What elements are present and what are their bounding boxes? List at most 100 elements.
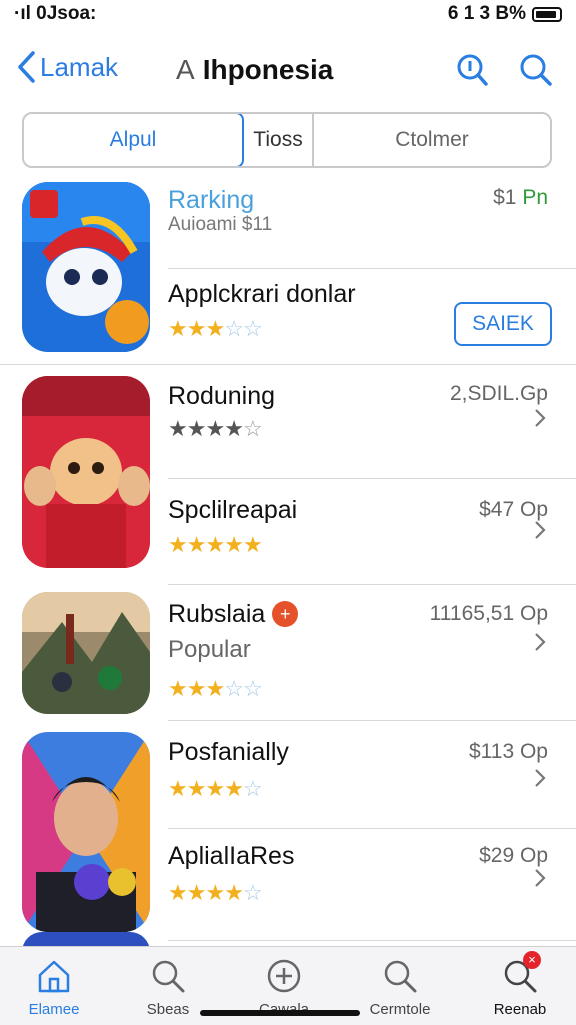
star-icon: ★ — [205, 880, 225, 905]
search-icon — [152, 960, 185, 993]
star-icon: ☆ — [224, 316, 244, 341]
search-icon[interactable] — [518, 52, 554, 88]
star-icon: ★ — [242, 532, 263, 557]
star-icon: ★ — [186, 880, 207, 905]
row-divider — [168, 828, 576, 829]
star-icon: ★ — [168, 776, 188, 801]
rating-stars: ★★★★☆ — [168, 880, 263, 906]
list-item[interactable]: Roduning 2,SDIL.Gp ★★★★☆ Spclilreapai $4… — [0, 364, 576, 584]
status-right: 6 1 3 B% — [448, 3, 562, 25]
star-icon: ★ — [224, 880, 244, 905]
tab-add[interactable]: Cawala — [234, 957, 334, 1018]
home-icon — [38, 960, 70, 993]
tab-games[interactable]: Elamee — [4, 957, 104, 1018]
price-suffix: Pn — [522, 186, 548, 209]
app-price: $29 Op — [479, 844, 548, 867]
star-icon: ★ — [168, 880, 188, 905]
page-title: A Ihponesia — [176, 54, 333, 86]
status-time: ·ıl 0Jsoa: — [14, 3, 97, 24]
info-search-icon[interactable] — [454, 52, 490, 88]
get-button[interactable]: SAIEK — [454, 302, 552, 346]
search-icon — [384, 960, 417, 993]
chevron-left-icon — [18, 51, 35, 83]
star-icon: ★ — [168, 676, 188, 701]
plus-circle-icon — [267, 959, 301, 993]
star-icon: ★ — [224, 776, 244, 801]
star-icon: ★ — [224, 532, 244, 557]
app-name: Rubslaia + — [168, 600, 299, 629]
star-icon: ★ — [168, 532, 188, 557]
rating-stars: ★★★☆☆ — [168, 676, 263, 702]
title-prefix: A — [176, 54, 195, 85]
star-icon: ★ — [186, 532, 207, 557]
back-button[interactable]: Lamak — [16, 50, 118, 84]
star-icon: ☆ — [242, 316, 263, 341]
row-divider — [168, 478, 576, 479]
app-artwork-icon — [22, 182, 150, 352]
back-label: Lamak — [40, 51, 119, 82]
app-name: Roduning — [168, 382, 276, 410]
app-name-text: Rubslaia — [168, 600, 266, 628]
tab-label: Elamee — [28, 1001, 80, 1018]
app-subtitle: Auioami $11 — [168, 214, 273, 235]
app-price: $1 Pn — [493, 186, 548, 210]
star-icon: ★ — [205, 676, 225, 701]
star-icon: ☆ — [242, 416, 263, 441]
list-item[interactable]: Rubslaia + Popular 11165,51 Op ★★★☆☆ — [0, 584, 576, 720]
featured-badge-icon: + — [272, 601, 299, 627]
app-price: 2,SDIL.Gp — [449, 382, 548, 405]
app-artwork-icon — [22, 592, 150, 714]
star-icon: ☆ — [242, 776, 263, 801]
chevron-right-icon — [535, 769, 546, 787]
battery-icon — [532, 6, 562, 22]
rating-stars: ★★★★☆ — [168, 776, 263, 802]
star-icon: ★ — [186, 416, 207, 441]
rating-stars: ★★★★☆ — [168, 416, 263, 442]
star-icon: ★ — [205, 532, 225, 557]
tab-label: Cermtole — [369, 1001, 431, 1018]
star-icon: ★ — [168, 416, 188, 441]
row-divider — [168, 268, 576, 269]
star-icon: ★ — [205, 776, 225, 801]
segment-2[interactable]: Tioss — [244, 114, 314, 166]
app-icon — [22, 732, 150, 932]
segment-3[interactable]: Ctolmer — [314, 114, 550, 166]
app-icon — [22, 376, 150, 568]
segment-1[interactable]: Alpul — [24, 114, 244, 166]
chevron-right-icon — [535, 633, 546, 651]
row-divider — [168, 940, 576, 941]
navigation-bar: Lamak A Ihponesia — [0, 44, 576, 100]
title-text: Ihponesia — [202, 54, 334, 85]
chevron-right-icon — [535, 409, 546, 427]
tab-label: Sbeas — [146, 1001, 190, 1018]
app-icon — [22, 182, 150, 352]
rating-stars: ★★★★★ — [168, 532, 263, 558]
app-price: $113 Op — [468, 740, 548, 763]
star-icon: ★ — [186, 776, 207, 801]
star-icon: ☆ — [242, 676, 263, 701]
home-indicator — [200, 1010, 360, 1016]
status-indicators: 6 1 3 B% — [447, 3, 526, 24]
chevron-right-icon — [535, 521, 546, 539]
app-name: AplialIaRes — [168, 842, 295, 870]
app-subtitle: Popular — [168, 636, 251, 663]
notification-badge-icon: × — [523, 951, 541, 969]
app-artwork-icon — [22, 376, 150, 568]
app-name: Posfanially — [168, 738, 289, 766]
star-icon: ★ — [205, 316, 225, 341]
star-icon: ★ — [186, 316, 207, 341]
list-item[interactable]: Rarking Auioami $11 $1 Pn Applckrari don… — [0, 168, 576, 364]
app-price: $47 Op — [479, 498, 548, 521]
segmented-control: Alpul Tioss Ctolmer — [22, 112, 552, 168]
rating-stars: ★★★☆☆ — [168, 316, 263, 342]
tab-label: Reenab — [493, 1001, 547, 1018]
list-item[interactable]: Posfanially $113 Op ★★★★☆ AplialIaRes $2… — [0, 720, 576, 940]
app-name-secondary: Applckrari donlar — [168, 280, 356, 308]
tab-updates[interactable]: × Reenab — [470, 951, 570, 1018]
star-icon: ★ — [205, 416, 225, 441]
app-price: 11165,51 Op — [429, 602, 548, 625]
app-artwork-icon — [22, 732, 150, 932]
tab-search[interactable]: Sbeas — [118, 957, 218, 1018]
star-icon: ☆ — [224, 676, 244, 701]
tab-explore[interactable]: Cermtole — [350, 957, 450, 1018]
